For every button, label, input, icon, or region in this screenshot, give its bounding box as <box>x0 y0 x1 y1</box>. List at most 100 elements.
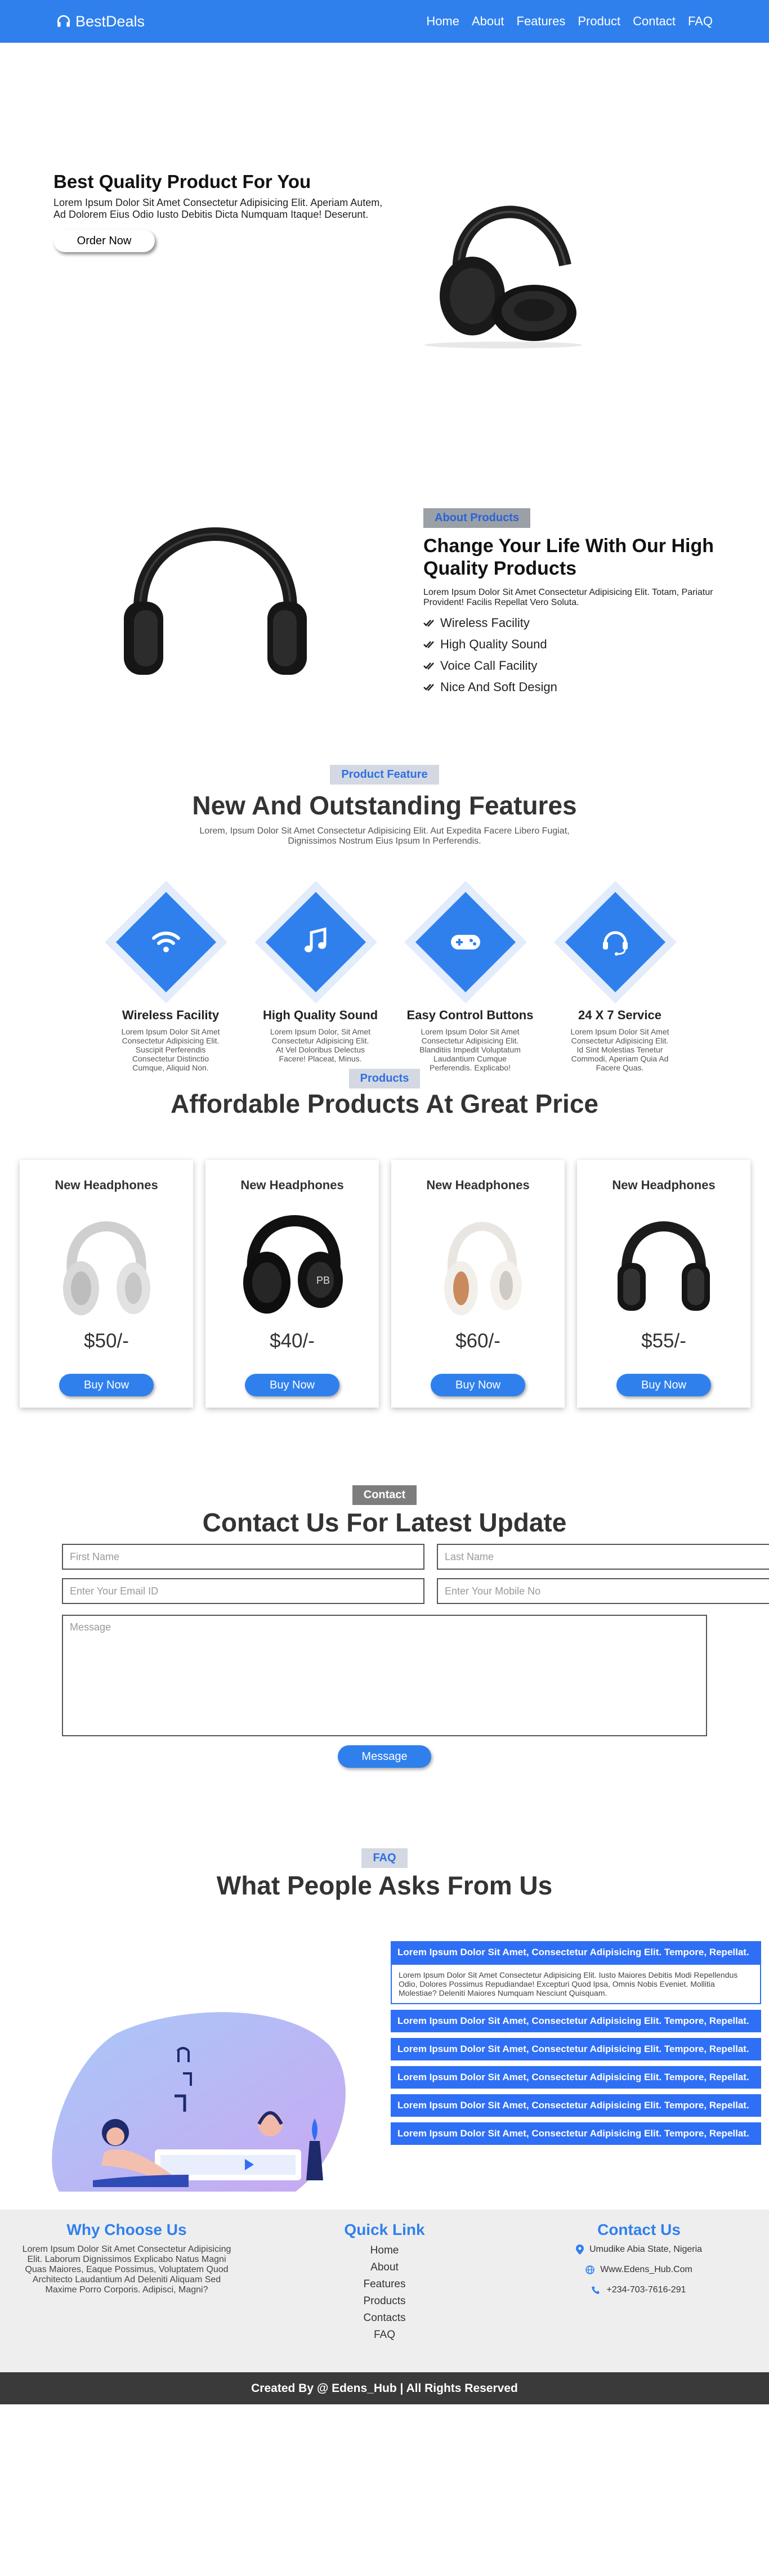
product-card: New Headphones $60/- Buy Now <box>391 1160 565 1408</box>
list-item: Voice Call Facility <box>423 658 739 673</box>
phone-icon <box>592 2286 600 2294</box>
product-image-cream-headphones <box>444 1222 522 1315</box>
phone-line: +234-703-7616-291 <box>540 2285 737 2295</box>
product-name: New Headphones <box>426 1178 530 1192</box>
copyright-bar: Created By @ Edens_Hub | All Rights Rese… <box>0 2372 769 2404</box>
address-text: Umudike Abia State, Nigeria <box>589 2245 703 2254</box>
why-title: Why Choose Us <box>66 2221 187 2238</box>
double-check-icon <box>423 620 434 627</box>
faq-question[interactable]: Lorem Ipsum Dolor Sit Amet, Consectetur … <box>391 1941 761 1964</box>
products-tag: Products <box>348 1069 421 1088</box>
faq-question[interactable]: Lorem Ipsum Dolor Sit Amet, Consectetur … <box>391 2094 761 2117</box>
contact-header: Contact Contact Us For Latest Update <box>0 1485 769 1538</box>
contact-tag: Contact <box>352 1485 417 1505</box>
music-note-icon <box>305 927 327 952</box>
list-item: Nice And Soft Design <box>423 680 739 695</box>
wifi-icon <box>152 931 180 952</box>
product-image-black-headphones: PB <box>243 1215 343 1314</box>
features-section: Product Feature New And Outstanding Feat… <box>0 704 769 1072</box>
faq-question[interactable]: Lorem Ipsum Dolor Sit Amet, Consectetur … <box>391 2066 761 2089</box>
list-item-label: High Quality Sound <box>440 637 547 651</box>
product-image-dark-headphones <box>618 1221 710 1311</box>
contact-us-title: Contact Us <box>597 2221 681 2238</box>
products-title: Affordable Products At Great Price <box>170 1089 598 1118</box>
headphones-icon <box>57 15 70 27</box>
faq-section: FAQ What People Asks From Us Lorem Ipsum… <box>0 1837 769 2210</box>
list-item: High Quality Sound <box>423 637 739 652</box>
about-description: Lorem Ipsum Dolor Sit Amet Consectetur A… <box>423 588 713 607</box>
buy-now-button[interactable]: Buy Now <box>616 1374 711 1396</box>
nav-link-about[interactable]: About <box>472 14 504 29</box>
faq-question[interactable]: Lorem Ipsum Dolor Sit Amet, Consectetur … <box>391 2010 761 2032</box>
faq-tag: FAQ <box>361 1848 408 1868</box>
product-name: New Headphones <box>612 1178 716 1192</box>
nav-link-faq[interactable]: FAQ <box>688 14 713 29</box>
buy-now-button[interactable]: Buy Now <box>59 1374 154 1396</box>
product-price: $55/- <box>641 1330 686 1352</box>
hero-description: Lorem Ipsum Dolor Sit Amet Consectetur A… <box>53 197 383 220</box>
send-message-button[interactable]: Message <box>338 1745 431 1768</box>
svg-text:PB: PB <box>316 1275 330 1286</box>
list-item-label: Voice Call Facility <box>440 658 538 673</box>
hero-headphones-image <box>424 205 582 348</box>
features-title: New And Outstanding Features <box>192 791 577 820</box>
product-price: $60/- <box>455 1330 500 1352</box>
buy-now-button[interactable]: Buy Now <box>431 1374 525 1396</box>
last-name-field[interactable] <box>437 1544 769 1570</box>
website-line: Www.Edens_Hub.Com <box>540 2265 737 2275</box>
product-image-white-headphones <box>63 1221 150 1315</box>
navbar: BestDeals Home About Features Product Co… <box>0 0 769 43</box>
product-name: New Headphones <box>240 1178 344 1192</box>
products-section: Products Affordable Products At Great Pr… <box>0 1062 769 1468</box>
brand-name: BestDeals <box>75 12 145 30</box>
footer-link-contacts[interactable]: Contacts <box>300 2312 469 2324</box>
faq-list: Lorem Ipsum Dolor Sit Amet, Consectetur … <box>391 1941 761 2151</box>
website-text[interactable]: Www.Edens_Hub.Com <box>600 2265 692 2275</box>
feature-card: 24 X 7 Service Lorem Ipsum Dolor Sit Ame… <box>545 891 695 1072</box>
hero-title: Best Quality Product For You <box>53 171 311 192</box>
nav-link-home[interactable]: Home <box>426 14 459 29</box>
footer-link-faq[interactable]: FAQ <box>300 2329 469 2341</box>
features-header: Product Feature New And Outstanding Feat… <box>0 765 769 846</box>
globe-icon <box>585 2265 594 2274</box>
first-name-field[interactable] <box>62 1544 424 1570</box>
nav-link-product[interactable]: Product <box>578 14 620 29</box>
double-check-icon <box>423 662 434 670</box>
faq-title: What People Asks From Us <box>216 1871 553 1900</box>
double-check-icon <box>423 684 434 691</box>
order-now-button[interactable]: Order Now <box>53 230 155 252</box>
faq-header: FAQ What People Asks From Us <box>0 1848 769 1901</box>
feature-title: 24 X 7 Service <box>578 1008 661 1022</box>
contact-section: Contact Contact Us For Latest Update Mes… <box>0 1468 769 1837</box>
footer-link-features[interactable]: Features <box>300 2278 469 2291</box>
about-section: About Products Change Your Life With Our… <box>0 360 769 704</box>
headset-icon <box>603 931 628 956</box>
list-item: Wireless Facility <box>423 616 739 630</box>
footer-link-about[interactable]: About <box>300 2261 469 2274</box>
feature-title: Easy Control Buttons <box>406 1008 534 1022</box>
features-subtitle-line1: Lorem, Ipsum Dolor Sit Amet Consectetur … <box>199 826 570 836</box>
email-mobile-row <box>62 1578 769 1604</box>
feature-title: High Quality Sound <box>262 1008 378 1022</box>
nav-link-features[interactable]: Features <box>517 14 566 29</box>
message-field[interactable] <box>62 1615 707 1736</box>
faq-question[interactable]: Lorem Ipsum Dolor Sit Amet, Consectetur … <box>391 2122 761 2145</box>
feature-grid: Wireless Facility Lorem Ipsum Dolor Sit … <box>96 891 695 1072</box>
list-item-label: Nice And Soft Design <box>440 680 557 694</box>
faq-question[interactable]: Lorem Ipsum Dolor Sit Amet, Consectetur … <box>391 2038 761 2060</box>
double-check-icon <box>423 641 434 648</box>
mobile-field[interactable] <box>437 1578 769 1604</box>
location-pin-icon <box>575 2245 584 2255</box>
list-item-label: Wireless Facility <box>440 616 530 630</box>
feature-card: High Quality Sound Lorem Ipsum Dolor, Si… <box>245 891 395 1072</box>
brand[interactable]: BestDeals <box>56 13 145 30</box>
footer-link-home[interactable]: Home <box>300 2245 469 2257</box>
product-price: $50/- <box>84 1330 129 1352</box>
why-choose-us: Why Choose Us Lorem Ipsum Dolor Sit Amet… <box>17 2221 236 2295</box>
buy-now-button[interactable]: Buy Now <box>245 1374 339 1396</box>
nav-link-contact[interactable]: Contact <box>633 14 676 29</box>
email-field[interactable] <box>62 1578 424 1604</box>
footer-link-products[interactable]: Products <box>300 2295 469 2308</box>
product-price: $40/- <box>270 1330 315 1352</box>
footer: Why Choose Us Lorem Ipsum Dolor Sit Amet… <box>0 2210 769 2372</box>
